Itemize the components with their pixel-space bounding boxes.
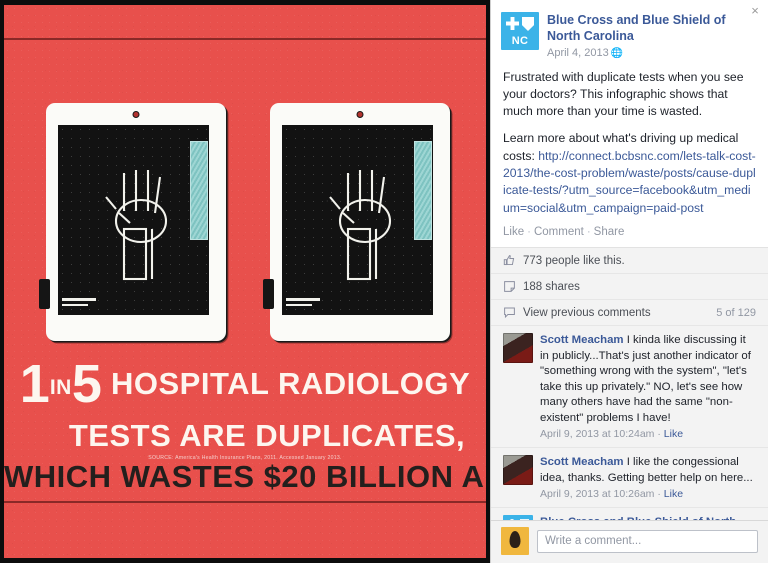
avatar-state-label: NC [511,35,529,47]
flame-icon [509,531,521,548]
like-button[interactable]: Like [503,226,524,238]
comment-author-name[interactable]: Scott Meacham [540,334,624,346]
view-previous-comments-row[interactable]: View previous comments 5 of 129 [491,300,768,327]
infographic-headline: 1IN5 HOSPITAL RADIOLOGY TESTS ARE DUPLIC… [4,357,486,492]
comment-composer [491,520,768,563]
blue-cross-icon [506,17,519,30]
post-date-text: April 4, 2013 [547,46,609,59]
comment-input[interactable] [537,529,758,553]
screen-caption-bars [62,298,96,309]
poster-seam-bottom [4,501,486,503]
poster-seam-top [4,38,486,40]
post-timestamp: April 4, 2013 🌐 [547,47,758,59]
headline-line1-text: HOSPITAL RADIOLOGY [111,366,471,401]
thumbs-up-icon [503,255,515,266]
headline-stat-numerator: 1 [19,354,50,414]
infographic-source-citation: SOURCE: America's Health Insurance Plans… [148,455,342,461]
comment-timestamp: April 9, 2013 at 10:24am [540,428,655,441]
action-separator: · [586,226,591,239]
comment-button[interactable]: Comment [534,226,584,238]
avatar[interactable]: NC [501,12,539,50]
photo-lightbox: 1IN5 HOSPITAL RADIOLOGY TESTS ARE DUPLIC… [0,0,768,563]
tablet-illustration-group [39,103,450,341]
tablet-side-button [263,279,274,309]
teal-accent-strip [414,141,432,240]
screen-caption-bars [286,298,320,309]
photo-pane[interactable]: 1IN5 HOSPITAL RADIOLOGY TESTS ARE DUPLIC… [0,0,490,563]
comment-meta-separator: · [657,428,661,441]
tablet-camera-icon [356,111,364,118]
likes-count-text: 773 people like this. [523,254,625,267]
headline-line3: WHICH WASTES $20 BILLION A YEAR. [4,459,486,494]
share-button[interactable]: Share [594,226,625,238]
post-header: NC Blue Cross and Blue Shield of North C… [491,0,768,59]
tablet-device-left [39,103,226,341]
tablet-device-right [263,103,450,341]
tablet-side-button [39,279,50,309]
tablet-screen [58,125,209,315]
avatar[interactable] [503,333,533,364]
engagement-summary: 773 people like this. 188 shares View pr… [491,247,768,327]
comment-timestamp: April 9, 2013 at 10:26am [540,488,655,501]
comment-author-name[interactable]: Scott Meacham [540,456,624,468]
globe-icon: 🌐 [610,47,624,59]
comment-like-button[interactable]: Like [664,428,683,440]
post-link-url[interactable]: http://connect.bcbsnc.com/lets-talk-cost… [503,149,756,215]
shares-count-text: 188 shares [523,280,580,293]
list-item: Scott Meacham I kinda like discussing it… [491,326,768,449]
view-previous-comments-label: View previous comments [523,306,651,319]
tablet-screen [282,125,433,315]
action-separator: · [527,226,531,239]
comment-meta-separator: · [657,488,661,501]
list-item: Scott Meacham I like the congessional id… [491,448,768,509]
headline-stat-denominator: 5 [71,354,102,414]
xray-hand-icon [105,170,168,281]
teal-accent-strip [190,141,208,240]
avatar[interactable] [501,527,529,555]
headline-line2: TESTS ARE DUPLICATES, [68,418,466,453]
post-body: Frustrated with duplicate tests when you… [491,59,768,218]
post-author-name[interactable]: Blue Cross and Blue Shield of North Caro… [547,12,758,45]
likes-row[interactable]: 773 people like this. [491,248,768,275]
shares-row[interactable]: 188 shares [491,274,768,301]
comment-bubble-icon [504,307,515,319]
share-icon [504,281,515,292]
post-message: Frustrated with duplicate tests when you… [503,69,744,119]
headline-stat-in: IN [49,376,72,399]
tablet-camera-icon [132,111,140,118]
post-actions: Like · Comment · Share [491,217,768,247]
comment-count-label: 5 of 129 [716,306,756,319]
close-icon[interactable]: × [748,4,762,18]
comment-like-button[interactable]: Like [664,488,683,500]
xray-hand-icon [329,170,392,281]
post-detail-pane: × NC Blue Cross and Blue Shield of North… [490,0,768,563]
avatar[interactable] [503,455,533,486]
infographic-image: 1IN5 HOSPITAL RADIOLOGY TESTS ARE DUPLIC… [4,5,486,558]
comment-text: I kinda like discussing it in publicly..… [540,334,751,424]
blue-shield-icon [522,17,534,31]
